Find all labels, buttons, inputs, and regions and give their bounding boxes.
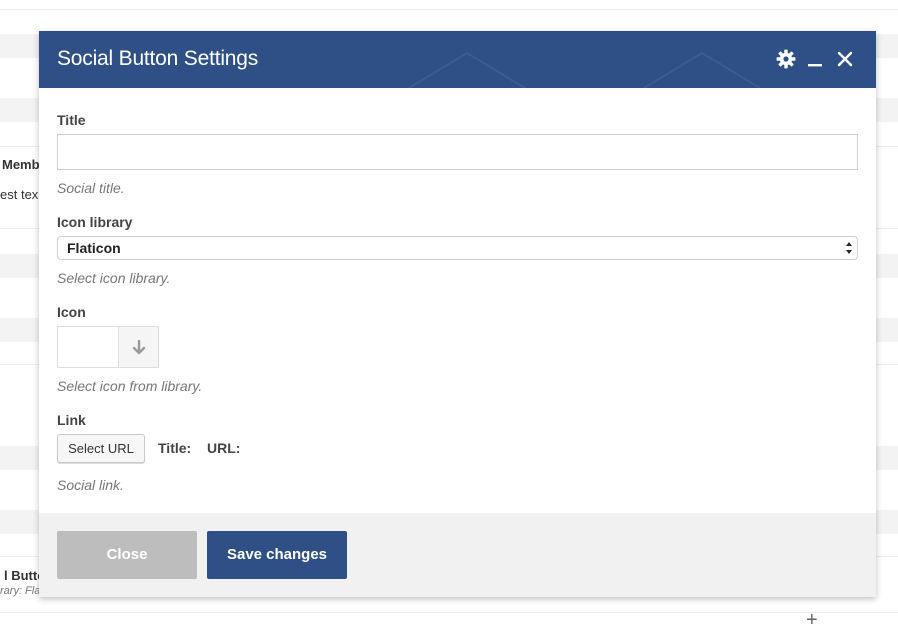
gear-icon[interactable] [774,47,798,71]
icon-library-selected-value: Flaticon [67,240,121,256]
icon-library-label: Icon library [57,214,133,230]
minimize-icon[interactable] [803,47,827,71]
title-input[interactable] [57,134,858,170]
background-item-text: est tex [0,187,39,202]
link-url-label: URL: [207,440,241,456]
arrow-down-icon [132,340,146,355]
icon-library-select[interactable]: Flaticon [57,236,858,260]
background-item-title: Memb [2,157,40,172]
close-button[interactable]: Close [57,531,197,579]
background-divider [0,612,898,613]
background-item-subtitle: rary: Fla [0,585,41,597]
modal-footer: Close Save changes [39,513,876,597]
save-changes-button[interactable]: Save changes [207,531,347,579]
icon-help-text: Select icon from library. [57,378,203,394]
link-title-label: Title: [158,440,192,456]
select-arrows-icon [846,242,852,254]
background-divider [0,9,898,10]
social-button-settings-modal: Social Button Settings Title Social titl… [39,31,876,597]
select-url-button[interactable]: Select URL [57,434,145,463]
link-help-text: Social link. [57,477,124,493]
icon-library-help-text: Select icon library. [57,270,171,286]
close-icon[interactable] [833,47,857,71]
icon-preview [57,326,119,368]
modal-header: Social Button Settings [39,31,876,88]
icon-label: Icon [57,304,86,320]
title-help-text: Social title. [57,180,125,196]
icon-picker-button[interactable] [118,326,159,368]
link-label: Link [57,412,86,428]
modal-title: Social Button Settings [57,47,259,70]
add-element-icon[interactable]: + [806,610,818,630]
title-label: Title [57,112,86,128]
